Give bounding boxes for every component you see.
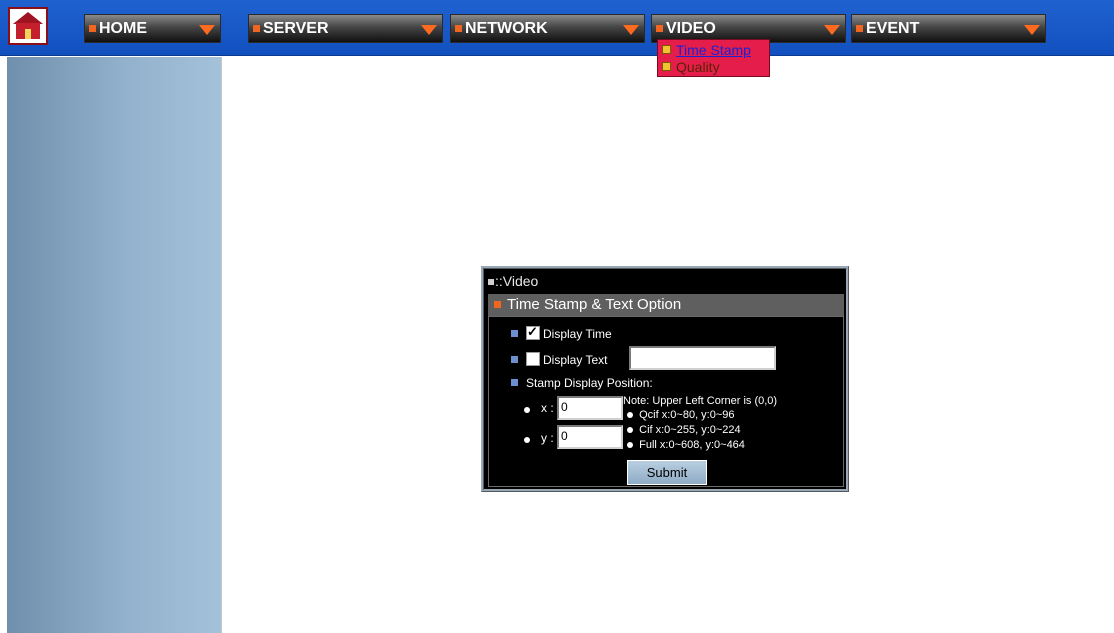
section-bullet-icon <box>494 301 501 308</box>
bullet-dot-icon <box>524 437 530 443</box>
menu-bullet-icon <box>856 25 863 32</box>
position-note: Note: Upper Left Corner is (0,0) <box>623 395 778 407</box>
menu-bullet-icon <box>455 25 462 32</box>
menu-bullet-icon <box>89 25 96 32</box>
submit-button[interactable]: Submit <box>627 460 707 485</box>
display-text-checkbox[interactable] <box>526 352 540 366</box>
menu-event-label: EVENT <box>866 20 920 37</box>
menu-network[interactable]: NETWORK <box>450 14 645 43</box>
display-time-label: Display Time <box>543 327 612 341</box>
y-coordinate-row <box>524 432 530 446</box>
menu-server[interactable]: SERVER <box>248 14 443 43</box>
x-label: x : <box>541 401 554 415</box>
chevron-down-icon <box>623 25 639 35</box>
home-logo-icon[interactable] <box>8 7 48 45</box>
list-bullet-icon <box>511 330 518 337</box>
display-time-row: Display Time <box>511 324 612 341</box>
panel-title: ::Video <box>488 273 538 289</box>
chevron-down-icon <box>421 25 437 35</box>
bullet-dot-icon <box>627 412 633 418</box>
range-full: Full x:0~608, y:0~464 <box>627 438 745 452</box>
menu-event[interactable]: EVENT <box>851 14 1046 43</box>
range-qcif-text: Qcif x:0~80, y:0~96 <box>639 409 735 421</box>
dropdown-item-quality[interactable]: Quality <box>662 59 720 76</box>
menu-video-label: VIDEO <box>666 20 716 37</box>
section-header: Time Stamp & Text Option <box>488 294 844 316</box>
dropdown-item-time-stamp[interactable]: Time Stamp <box>662 42 751 59</box>
chevron-down-icon <box>199 25 215 35</box>
y-label: y : <box>541 431 554 445</box>
display-text-row: Display Text <box>511 352 607 367</box>
list-bullet-icon <box>511 356 518 363</box>
menu-home[interactable]: HOME <box>84 14 221 43</box>
chevron-down-icon <box>824 25 840 35</box>
range-qcif: Qcif x:0~80, y:0~96 <box>627 408 735 422</box>
list-bullet-icon <box>511 379 518 386</box>
display-time-checkbox[interactable] <box>526 324 540 340</box>
menu-network-label: NETWORK <box>465 20 548 37</box>
y-coordinate-input[interactable]: 0 <box>557 425 623 449</box>
menu-home-label: HOME <box>99 20 147 37</box>
display-text-label: Display Text <box>543 353 608 367</box>
bullet-dot-icon <box>524 407 530 413</box>
range-cif: Cif x:0~255, y:0~224 <box>627 423 741 437</box>
panel-title-text: ::Video <box>495 273 539 289</box>
stamp-position-label: Stamp Display Position: <box>526 376 653 390</box>
menu-server-label: SERVER <box>263 20 329 37</box>
menu-bullet-icon <box>656 25 663 32</box>
sidebar <box>7 57 221 633</box>
menu-bullet-icon <box>662 62 671 71</box>
top-navigation-bar: HOME SERVER NETWORK VIDEO EVENT <box>0 0 1114 56</box>
time-stamp-settings-panel: ::Video Time Stamp & Text Option Display… <box>481 266 849 492</box>
video-dropdown-menu: Time Stamp Quality <box>657 39 770 77</box>
dropdown-item-quality-label: Quality <box>676 59 720 75</box>
bullet-dot-icon <box>627 427 633 433</box>
stamp-position-row: Stamp Display Position: <box>511 376 653 390</box>
menu-bullet-icon <box>662 45 671 54</box>
range-cif-text: Cif x:0~255, y:0~224 <box>639 424 741 436</box>
section-header-label: Time Stamp & Text Option <box>507 296 682 313</box>
x-coordinate-row <box>524 402 530 416</box>
range-full-text: Full x:0~608, y:0~464 <box>639 439 745 451</box>
menu-bullet-icon <box>253 25 260 32</box>
display-text-input[interactable] <box>629 346 776 370</box>
x-coordinate-input[interactable]: 0 <box>557 396 623 420</box>
dropdown-item-time-stamp-label: Time Stamp <box>676 42 751 58</box>
bullet-dot-icon <box>627 442 633 448</box>
content-divider <box>221 57 222 633</box>
chevron-down-icon <box>1024 25 1040 35</box>
panel-bullet-icon <box>488 279 494 285</box>
